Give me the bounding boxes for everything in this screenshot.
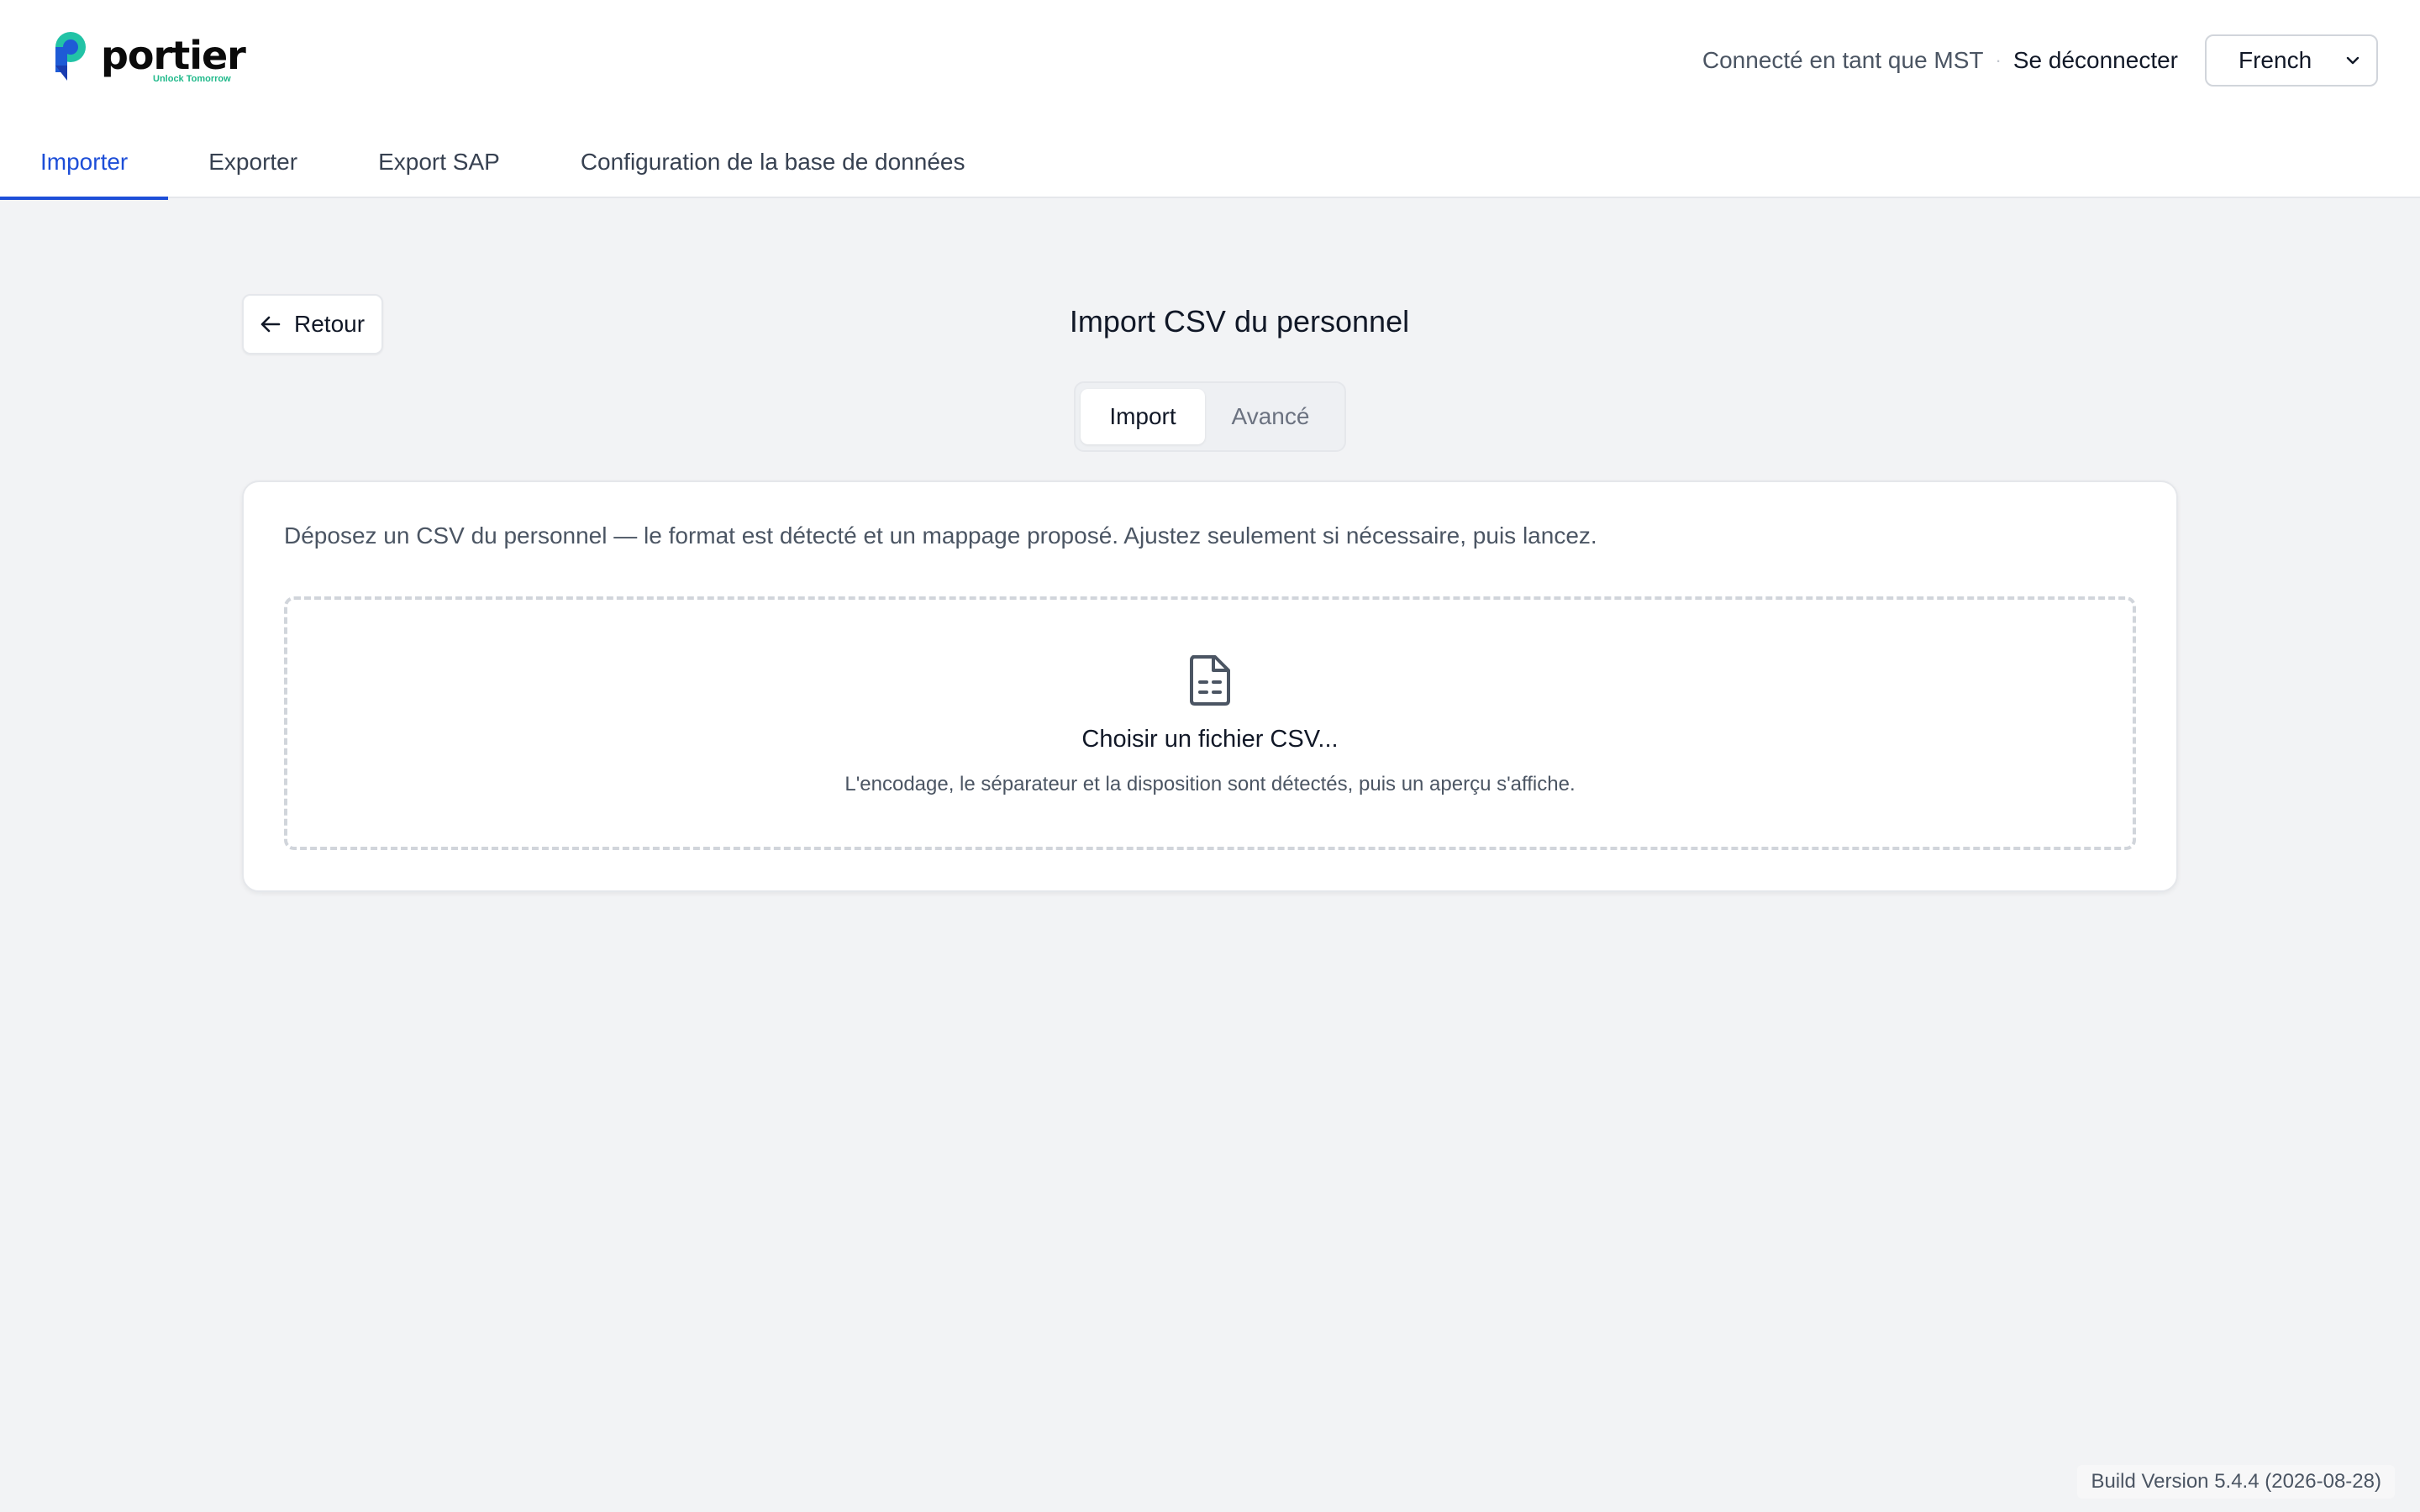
- chevron-down-icon: [2346, 56, 2360, 65]
- portier-logo[interactable]: portier Unlock Tomorrow: [52, 32, 246, 87]
- file-spreadsheet-icon: [1190, 655, 1230, 706]
- brand-tagline: Unlock Tomorrow: [153, 74, 231, 84]
- portier-logo-icon: [52, 32, 92, 86]
- app-header: portier Unlock Tomorrow Connecté en tant…: [0, 0, 2420, 200]
- language-selected-value: French: [2238, 47, 2312, 73]
- user-area: Connecté en tant que MST · Se déconnecte…: [1702, 34, 2378, 87]
- tab-database-config[interactable]: Configuration de la base de données: [540, 126, 1006, 198]
- mode-switch: Import Avancé: [1074, 381, 1346, 452]
- brand-name: portier: [101, 33, 246, 78]
- separator-dot: ·: [1995, 50, 2002, 71]
- dropzone-hint: L'encodage, le séparateur et la disposit…: [844, 773, 1576, 795]
- import-card: Déposez un CSV du personnel — le format …: [242, 480, 2178, 892]
- dropzone-title: Choisir un fichier CSV...: [1081, 726, 1339, 753]
- connected-user-label: Connecté en tant que MST: [1702, 47, 1984, 73]
- main-nav-tabs: Importer Exporter Export SAP Configurati…: [0, 126, 1006, 200]
- csv-dropzone[interactable]: Choisir un fichier CSV... L'encodage, le…: [284, 596, 2136, 850]
- logout-link[interactable]: Se déconnecter: [2013, 47, 2178, 74]
- mode-import-button[interactable]: Import: [1081, 389, 1205, 444]
- tab-exporter[interactable]: Exporter: [168, 126, 338, 198]
- page-title: Import CSV du personnel: [1069, 304, 1410, 339]
- mode-advanced-button[interactable]: Avancé: [1205, 389, 1336, 444]
- tab-export-sap[interactable]: Export SAP: [338, 126, 540, 198]
- language-select[interactable]: French: [2205, 34, 2378, 87]
- import-description: Déposez un CSV du personnel — le format …: [284, 522, 1597, 549]
- tab-importer[interactable]: Importer: [0, 126, 169, 200]
- build-version-badge: Build Version 5.4.4 (2026-08-28): [2077, 1465, 2395, 1499]
